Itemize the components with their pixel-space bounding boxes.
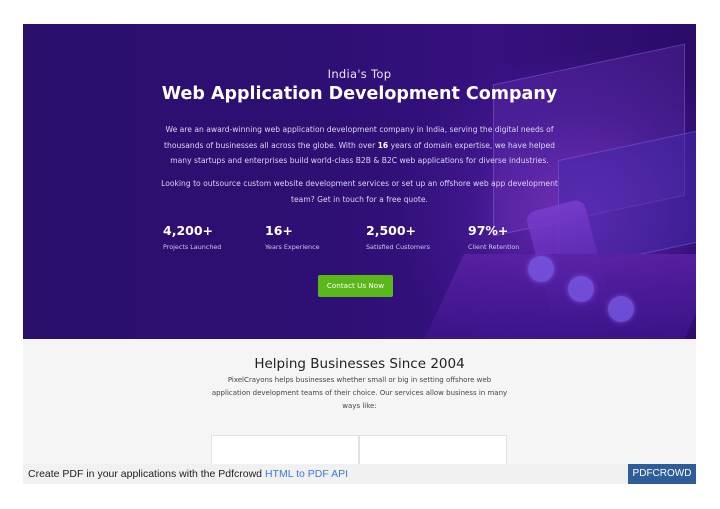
stat-projects: 4,200+ Projects Launched xyxy=(163,223,221,251)
section-subtitle: PixelCrayons helps businesses whether sm… xyxy=(211,376,508,410)
hero-illustration-dot xyxy=(528,256,554,282)
hero-illustration-dot xyxy=(608,296,634,322)
section-title: Helping Businesses Since 2004 xyxy=(254,356,465,372)
hero-outsource-paragraph: Looking to outsource custom website deve… xyxy=(161,179,558,204)
service-card[interactable] xyxy=(359,435,507,466)
stat-label: Client Retention xyxy=(468,243,520,251)
stat-value: 2,500+ xyxy=(366,223,417,238)
footer-message: Create PDF in your applications with the… xyxy=(28,468,265,480)
hero-illustration-laptop xyxy=(422,254,696,339)
stat-customers: 2,500+ Satisfied Customers xyxy=(366,223,430,251)
pdfcrowd-badge[interactable]: PDFCROWD xyxy=(628,464,696,484)
hero-title: Web Application Development Company xyxy=(161,84,558,104)
stat-label: Projects Launched xyxy=(163,243,222,251)
hero-banner: India's Top Web Application Development … xyxy=(23,24,696,339)
pdfcrowd-footer: Create PDF in your applications with the… xyxy=(23,464,696,484)
hero-intro-years: 16 xyxy=(377,140,389,150)
hero-illustration-dot xyxy=(568,276,594,302)
hero-pretitle: India's Top xyxy=(327,67,392,81)
footer-text: Create PDF in your applications with the… xyxy=(28,468,348,480)
hero-intro-paragraph: We are an award-winning web application … xyxy=(153,122,566,169)
contact-us-button[interactable]: Contact Us Now xyxy=(318,275,393,297)
service-card[interactable] xyxy=(211,435,359,466)
html-to-pdf-api-link[interactable]: HTML to PDF API xyxy=(265,468,348,480)
stat-years: 16+ Years Experience xyxy=(265,223,320,251)
stat-label: Years Experience xyxy=(265,243,320,251)
helping-businesses-section: Helping Businesses Since 2004 PixelCrayo… xyxy=(23,339,696,466)
stat-value: 16+ xyxy=(265,223,293,238)
stat-retention: 97%+ Client Retention xyxy=(468,223,519,251)
stat-label: Satisfied Customers xyxy=(366,243,430,251)
stat-value: 4,200+ xyxy=(163,223,214,238)
stat-value: 97%+ xyxy=(468,223,509,238)
